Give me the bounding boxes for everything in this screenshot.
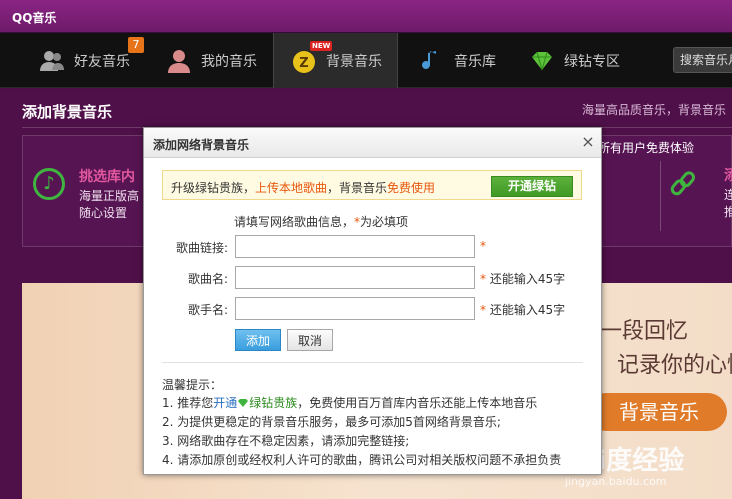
nav-my-music[interactable]: 我的音乐: [165, 33, 257, 88]
hint-suffix: 为必填项: [360, 215, 409, 229]
green-diamond-link[interactable]: 绿钻贵族: [249, 396, 297, 410]
divider: [162, 362, 583, 363]
upgrade-banner: 升级绿钻贵族，上传本地歌曲，背景音乐免费使用 开通绿钻: [162, 170, 582, 200]
banner-button[interactable]: 背景音乐: [587, 393, 727, 431]
add-network-music-dialog: 添加网络背景音乐 × 升级绿钻贵族，上传本地歌曲，背景音乐免费使用 开通绿钻 请…: [143, 127, 602, 475]
friends-count-badge: 7: [128, 37, 144, 53]
banner-line: 记录你的心情: [617, 353, 732, 378]
add-button[interactable]: 添加: [235, 329, 281, 351]
banner-line: 一段回忆: [600, 319, 689, 344]
feature-title[interactable]: 挑选库内: [79, 166, 135, 186]
song-link-side: *: [480, 239, 486, 253]
song-name-input[interactable]: [235, 266, 475, 289]
divider: [660, 161, 661, 231]
dialog-title: 添加网络背景音乐: [153, 138, 250, 152]
user-icon: [165, 47, 193, 75]
nav-background-music[interactable]: Z NEW 背景音乐: [273, 33, 398, 88]
feature-desc-line: 连: [724, 188, 732, 202]
nav-label: 我的音乐: [201, 53, 257, 70]
required-mark: *: [480, 303, 486, 317]
app-title: QQ音乐: [12, 11, 57, 25]
required-mark: *: [480, 239, 486, 253]
upload-local-link[interactable]: 上传本地歌曲: [255, 181, 327, 195]
free-trial-text: 所有用户免费体验: [598, 141, 695, 155]
singer-name-input[interactable]: [235, 297, 475, 320]
tip-text: 1. 推荐您: [162, 396, 214, 410]
tip-item: 2. 为提供更稳定的背景音乐服务，最多可添加5首网络背景音乐;: [162, 415, 501, 429]
singer-name-side: * 还能输入45字: [480, 301, 565, 318]
open-green-diamond-button[interactable]: 开通绿钻: [491, 176, 573, 197]
page-title: 添加背景音乐: [22, 103, 113, 121]
watermark-url: jingyan.baidu.com: [565, 475, 667, 488]
feature-desc-line: 推: [724, 205, 732, 219]
tip-item: 1. 推荐您开通 绿钻贵族，免费使用百万首库内音乐还能上传本地音乐: [162, 394, 537, 411]
upgrade-text: 升级绿钻贵族，上传本地歌曲，背景音乐免费使用: [171, 179, 435, 196]
upgrade-middle: ，背景音乐: [327, 181, 388, 195]
music-circle-icon: ♪: [33, 168, 65, 200]
song-name-label: 歌曲名:: [187, 272, 228, 286]
nav-green-diamond[interactable]: 绿钻专区: [528, 33, 620, 88]
search-input[interactable]: 搜索音乐月: [673, 47, 732, 73]
cancel-button[interactable]: 取消: [287, 329, 333, 351]
nav-friends-music[interactable]: 好友音乐: [38, 33, 130, 88]
tip-item: 4. 请添加原创或经权利人许可的歌曲，腾讯公司对相关版权问题不承担负责: [162, 453, 562, 467]
page-note: 海量高品质音乐，背景音乐: [582, 103, 727, 117]
form-hint: 请填写网络歌曲信息，*为必填项: [234, 213, 408, 230]
tips-title: 温馨提示：: [162, 378, 223, 392]
new-tag: NEW: [310, 41, 333, 51]
dialog-header: 添加网络背景音乐 ×: [144, 128, 601, 158]
feature-right-desc: 连 推: [724, 187, 732, 221]
feature-right-title: 添: [724, 168, 732, 184]
nav-label: 音乐库: [454, 53, 496, 70]
feature-description: 海量正版高 随心设置: [79, 188, 139, 222]
char-remaining: 还能输入45字: [489, 272, 566, 286]
nav-label: 背景音乐: [326, 53, 382, 70]
main-nav: 好友音乐 7 我的音乐 Z NEW 背景音乐 音乐库 绿钻专区 搜索音乐月: [0, 33, 732, 88]
music-note-icon: [418, 47, 446, 75]
song-link-input[interactable]: [235, 235, 475, 258]
title-bar: QQ音乐: [0, 0, 732, 33]
char-remaining: 还能输入45字: [489, 303, 566, 317]
tip-item: 3. 网络歌曲存在不稳定因素，请添加完整链接;: [162, 434, 410, 448]
green-diamond-icon: [528, 47, 556, 75]
singer-name-label: 歌手名:: [187, 303, 228, 317]
svg-text:Z: Z: [299, 56, 308, 71]
required-mark: *: [480, 272, 486, 286]
free-use-link[interactable]: 免费使用: [387, 181, 435, 195]
feature-desc-line: 海量正版高: [79, 189, 140, 203]
open-link[interactable]: 开通: [213, 396, 237, 410]
song-name-side: * 还能输入45字: [480, 270, 565, 287]
close-icon[interactable]: ×: [580, 133, 596, 151]
upgrade-prefix: 升级绿钻贵族，: [171, 181, 256, 195]
hint-prefix: 请填写网络歌曲信息，: [234, 215, 355, 229]
song-link-label: 歌曲链接:: [175, 241, 228, 255]
green-diamond-icon: [237, 397, 249, 407]
nav-label: 好友音乐: [74, 53, 130, 70]
friends-icon: [38, 47, 66, 75]
feature-desc-line: 随心设置: [79, 206, 128, 220]
nav-music-library[interactable]: 音乐库: [418, 33, 496, 88]
link-icon: [668, 169, 698, 203]
nav-label: 绿钻专区: [564, 53, 620, 70]
tip-text: ，免费使用百万首库内音乐还能上传本地音乐: [297, 396, 538, 410]
